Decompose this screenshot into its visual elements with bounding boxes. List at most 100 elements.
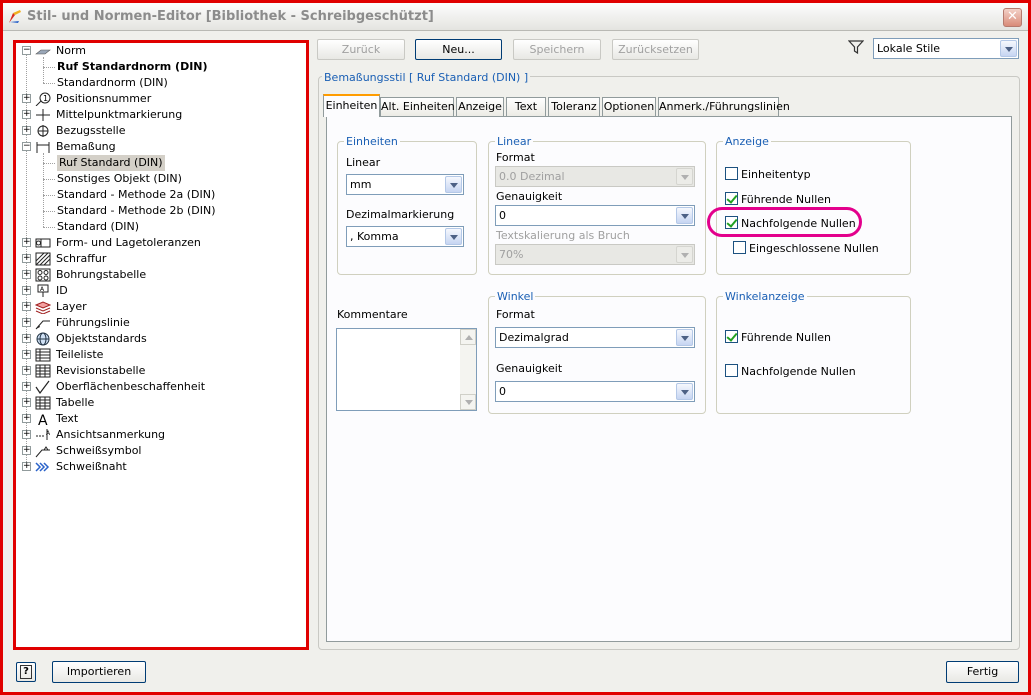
tree-child-item[interactable]: Ruf Standardnorm (DIN)	[16, 59, 306, 75]
tree-group-item[interactable]: +1 Positionsnummer	[16, 91, 306, 107]
close-button[interactable]: ✕	[1003, 8, 1022, 27]
tab-optionen[interactable]: Optionen	[602, 97, 656, 116]
expand-icon[interactable]: +	[22, 254, 31, 263]
tree-group-item[interactable]: + Bezugsstelle	[16, 123, 306, 139]
leading-zeros-checkbox[interactable]	[725, 192, 738, 205]
tree-group-item[interactable]: + Bohrungstabelle	[16, 267, 306, 283]
tree-child-item[interactable]: Standard (DIN)	[16, 219, 306, 235]
collapse-icon[interactable]: −	[22, 142, 31, 151]
scroll-up-icon[interactable]	[460, 329, 476, 345]
globe-icon	[36, 332, 50, 346]
tab-text[interactable]: Text	[506, 97, 546, 116]
tree-group-item[interactable]: + Schweißsymbol	[16, 443, 306, 459]
expand-icon[interactable]: +	[22, 334, 31, 343]
expand-icon[interactable]: +	[22, 398, 31, 407]
tree-group-item[interactable]: − Norm	[16, 43, 306, 59]
angle-trailing-zeros-checkbox[interactable]	[725, 364, 738, 377]
decimal-marker-dropdown[interactable]: , Komma	[346, 226, 464, 247]
expand-icon[interactable]: +	[22, 350, 31, 359]
tree-group-item[interactable]: + Tabelle	[16, 395, 306, 411]
expand-icon[interactable]: +	[22, 382, 31, 391]
tab-alt-einheiten[interactable]: Alt. Einheiten	[380, 97, 455, 116]
expand-icon[interactable]: +	[22, 446, 31, 455]
tree-child-item[interactable]: Sonstiges Objekt (DIN)	[16, 171, 306, 187]
tree-group-item[interactable]: + A Ansichtsanmerkung	[16, 427, 306, 443]
expand-icon[interactable]: +	[22, 94, 31, 103]
tree-child-item[interactable]: Standard - Methode 2b (DIN)	[16, 203, 306, 219]
text-icon: A	[38, 413, 48, 426]
tree-item-label: Ruf Standard (DIN)	[57, 155, 165, 171]
chevron-down-icon	[676, 383, 693, 400]
tree-group-item[interactable]: + Layer	[16, 299, 306, 315]
tree-child-item[interactable]: Ruf Standard (DIN)	[16, 155, 306, 171]
angle-leading-zeros-checkbox[interactable]	[725, 330, 738, 343]
tree-group-item[interactable]: + Revisionstabelle	[16, 363, 306, 379]
revision-table-icon	[35, 364, 51, 378]
tree-item-label: Mittelpunktmarkierung	[56, 108, 183, 121]
tree-group-item[interactable]: + Schweißnaht	[16, 459, 306, 475]
expand-icon[interactable]: +	[22, 270, 31, 279]
expand-icon[interactable]: +	[22, 318, 31, 327]
new-button[interactable]: Neu...	[415, 39, 502, 60]
expand-icon[interactable]: +	[22, 126, 31, 135]
tab-toleranz[interactable]: Toleranz	[548, 97, 600, 116]
collapse-icon[interactable]: −	[22, 46, 31, 55]
leader-icon	[35, 320, 50, 330]
tree-item-label: Standard - Methode 2a (DIN)	[57, 188, 216, 201]
comments-scrollbar[interactable]	[460, 329, 476, 410]
tree-item-label: Sonstiges Objekt (DIN)	[57, 172, 182, 185]
decimal-marker-value: , Komma	[350, 230, 399, 243]
tree-group-item[interactable]: + Mittelpunktmarkierung	[16, 107, 306, 123]
comments-textarea[interactable]	[336, 328, 477, 411]
import-button[interactable]: Importieren	[52, 661, 146, 683]
save-button[interactable]: Speichern	[513, 39, 601, 60]
scroll-down-icon[interactable]	[460, 394, 476, 410]
tree-item-label: Standard - Methode 2b (DIN)	[57, 204, 216, 217]
filter-icon[interactable]	[848, 39, 864, 55]
expand-icon[interactable]: +	[22, 286, 31, 295]
tree-group-item[interactable]: + A ID	[16, 283, 306, 299]
tree-group-item[interactable]: − Bemaßung	[16, 139, 306, 155]
linear-format-dropdown[interactable]: 0.0 Dezimal	[495, 166, 695, 187]
tree-group-item[interactable]: + Oberflächenbeschaffenheit	[16, 379, 306, 395]
tree-child-item[interactable]: Standard - Methode 2a (DIN)	[16, 187, 306, 203]
tree-group-item[interactable]: + Objektstandards	[16, 331, 306, 347]
center-mark-icon	[36, 109, 50, 121]
angle-caption: Winkel	[495, 290, 536, 303]
angle-precision-dropdown[interactable]: 0	[495, 381, 695, 402]
style-filter-dropdown[interactable]: Lokale Stile	[873, 38, 1019, 59]
expand-icon[interactable]: +	[22, 430, 31, 439]
tree-child-item[interactable]: Standardnorm (DIN)	[16, 75, 306, 91]
tree-group-item[interactable]: + Führungslinie	[16, 315, 306, 331]
tab-einheiten[interactable]: Einheiten	[323, 94, 380, 117]
enclosed-zeros-checkbox[interactable]	[733, 241, 746, 254]
tab-anzeige[interactable]: Anzeige	[456, 97, 504, 116]
tree-group-item[interactable]: + Teileliste	[16, 347, 306, 363]
expand-icon[interactable]: +	[22, 110, 31, 119]
tree-group-item[interactable]: + A Text	[16, 411, 306, 427]
linear-unit-dropdown[interactable]: mm	[346, 174, 464, 195]
angle-display-group: Winkelanzeige	[716, 290, 911, 414]
tab-anmerk-fuehrungslinien[interactable]: Anmerk./Führungslinien	[658, 97, 790, 116]
expand-icon[interactable]: +	[22, 366, 31, 375]
reset-button[interactable]: Zurücksetzen	[612, 39, 699, 60]
linear-format-value: 0.0 Dezimal	[499, 170, 565, 183]
tree-guide-line	[43, 211, 55, 212]
expand-icon[interactable]: +	[22, 414, 31, 423]
tree-group-item[interactable]: + Form- und Lagetoleranzen	[16, 235, 306, 251]
text-scale-dropdown[interactable]: 70%	[495, 244, 695, 265]
tree-item-label: Führungslinie	[56, 316, 130, 329]
expand-icon[interactable]: +	[22, 302, 31, 311]
expand-icon[interactable]: +	[22, 462, 31, 471]
back-button[interactable]: Zurück	[317, 39, 405, 60]
expand-icon[interactable]: +	[22, 238, 31, 247]
angle-format-label: Format	[496, 308, 535, 321]
done-button[interactable]: Fertig	[946, 661, 1019, 683]
tree-item-label: Oberflächenbeschaffenheit	[56, 380, 206, 393]
tree-item-label: Form- und Lagetoleranzen	[56, 236, 201, 249]
help-button[interactable]: ?	[16, 662, 36, 682]
angle-format-dropdown[interactable]: Dezimalgrad	[495, 327, 695, 348]
linear-precision-dropdown[interactable]: 0	[495, 205, 695, 226]
unit-type-checkbox[interactable]	[725, 167, 738, 180]
tree-group-item[interactable]: + Schraffur	[16, 251, 306, 267]
